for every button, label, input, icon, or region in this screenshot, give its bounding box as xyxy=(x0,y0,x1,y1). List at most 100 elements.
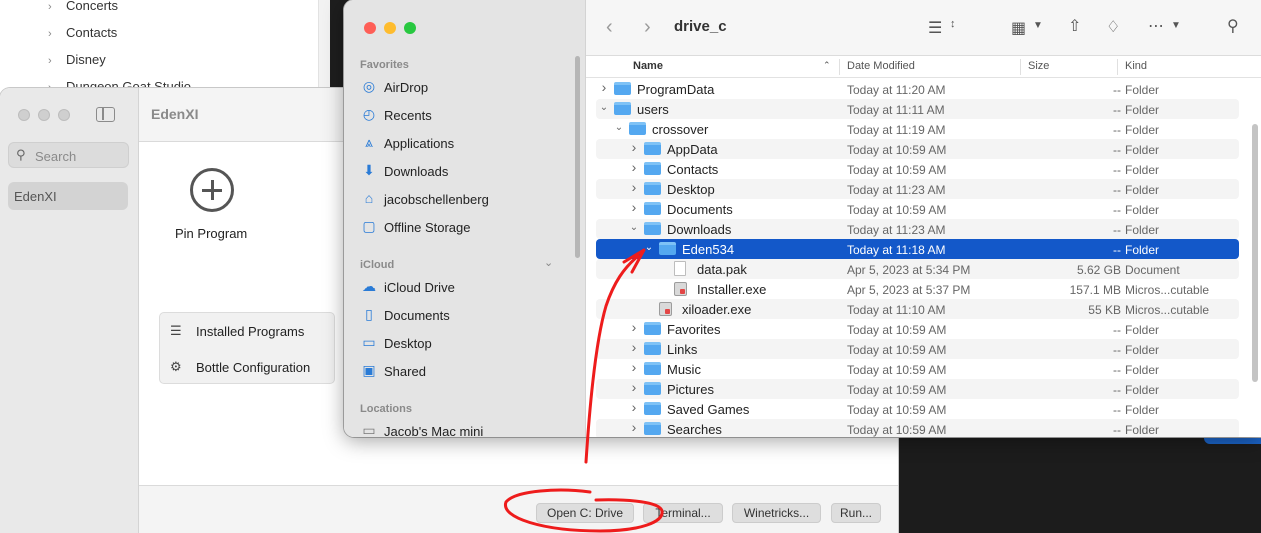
chevron-right-icon[interactable]: › xyxy=(629,199,639,215)
table-row[interactable]: ⌄ crossover Today at 11:19 AM -- Folder xyxy=(596,119,1239,139)
file-name: Installer.exe xyxy=(697,282,767,297)
chevron-right-icon[interactable]: › xyxy=(629,159,639,175)
folder-icon xyxy=(614,82,631,95)
table-row[interactable]: data.pak Apr 5, 2023 at 5:34 PM 5.62 GB Doc… xyxy=(596,259,1239,279)
chevron-right-icon[interactable]: › xyxy=(629,399,639,415)
open-c-drive-button[interactable]: Open C: Drive xyxy=(536,503,634,523)
chevron-right-icon[interactable]: › xyxy=(599,79,609,95)
more-actions-icon[interactable]: ⋯ xyxy=(1148,16,1164,36)
table-row[interactable]: › Pictures Today at 10:59 AM -- Folder xyxy=(596,379,1239,399)
table-row[interactable]: Installer.exe Apr 5, 2023 at 5:37 PM 157.1… xyxy=(596,279,1239,299)
sidebar-scrollbar[interactable] xyxy=(575,56,580,258)
chevron-down-icon[interactable]: ⌄ xyxy=(629,222,639,233)
share-icon[interactable]: ⇧ xyxy=(1068,16,1081,36)
search-input[interactable]: ⚲ Search xyxy=(8,142,129,168)
chevron-right-icon[interactable]: › xyxy=(629,359,639,375)
bottle-item-edenxi[interactable]: EdenXI xyxy=(8,182,128,210)
close-window-button[interactable] xyxy=(364,22,376,34)
sort-ascending-icon: ⌃ xyxy=(823,60,831,70)
finder-window: Favorites ◎ AirDrop ◴ Recents ⩓ Applications ⬇… xyxy=(344,0,1261,437)
table-row[interactable]: › Documents Today at 10:59 AM -- Folder xyxy=(596,199,1239,219)
list-item[interactable]: › Concerts xyxy=(48,0,118,13)
terminal-button[interactable]: Terminal... xyxy=(643,503,723,523)
chevron-right-icon[interactable]: › xyxy=(629,379,639,395)
add-circle-icon[interactable] xyxy=(190,168,234,212)
column-kind[interactable]: Kind xyxy=(1125,60,1147,72)
table-row[interactable]: › Searches Today at 10:59 AM -- Folder xyxy=(596,419,1239,437)
list-item[interactable]: › Contacts xyxy=(48,25,117,40)
minimize-window-button[interactable] xyxy=(38,109,50,121)
chevron-down-icon[interactable]: ⌄ xyxy=(614,122,624,133)
group-icon[interactable]: ▦ xyxy=(1011,18,1026,38)
run-button[interactable]: Run... xyxy=(831,503,881,523)
zoom-window-button[interactable] xyxy=(404,22,416,34)
list-view-icon[interactable]: ☰ xyxy=(928,18,942,38)
table-row[interactable]: › AppData Today at 10:59 AM -- Folder xyxy=(596,139,1239,159)
folder-icon xyxy=(644,402,661,415)
tag-icon[interactable]: ♢ xyxy=(1106,17,1120,37)
minimize-window-button[interactable] xyxy=(384,22,396,34)
chevron-down-icon[interactable]: ▼ xyxy=(1171,20,1181,31)
chevron-right-icon[interactable]: › xyxy=(629,139,639,155)
column-divider[interactable] xyxy=(1020,59,1021,75)
folder-icon xyxy=(629,122,646,135)
table-row[interactable]: › Favorites Today at 10:59 AM -- Folder xyxy=(596,319,1239,339)
file-date: Today at 10:59 AM xyxy=(847,363,947,377)
back-icon[interactable]: ‹ xyxy=(606,16,613,39)
chevron-down-icon[interactable]: ⌄ xyxy=(599,102,609,113)
column-date-modified[interactable]: Date Modified xyxy=(847,60,915,72)
chevron-right-icon[interactable]: › xyxy=(629,179,639,195)
file-name: AppData xyxy=(667,142,718,157)
chevron-right-icon[interactable]: › xyxy=(629,419,639,435)
zoom-window-button[interactable] xyxy=(58,109,70,121)
table-row[interactable]: › Links Today at 10:59 AM -- Folder xyxy=(596,339,1239,359)
search-icon[interactable]: ⚲ xyxy=(1227,16,1239,36)
chevron-right-icon[interactable]: › xyxy=(629,339,639,355)
file-name: Saved Games xyxy=(667,402,750,417)
file-name: Contacts xyxy=(667,162,719,177)
file-date: Today at 10:59 AM xyxy=(847,423,947,437)
executable-icon xyxy=(659,302,672,316)
sidebar-toggle-icon[interactable] xyxy=(96,107,115,122)
file-list-scrollbar[interactable] xyxy=(1252,124,1258,382)
file-kind: Micros...cutable xyxy=(1125,303,1210,317)
column-header: Name ⌃ Date Modified Size Kind xyxy=(586,56,1261,78)
file-name: Downloads xyxy=(667,222,732,237)
chevron-right-icon[interactable]: › xyxy=(629,319,639,335)
pin-program-label[interactable]: Pin Program xyxy=(175,226,247,241)
bottle-configuration-item[interactable]: ⚙ Bottle Configuration xyxy=(160,349,336,385)
table-row[interactable]: › Contacts Today at 10:59 AM -- Folder xyxy=(596,159,1239,179)
table-row[interactable]: ⌄ Eden534 Today at 11:18 AM -- Folder xyxy=(596,239,1239,259)
file-date: Today at 11:18 AM xyxy=(847,243,946,257)
folder-icon xyxy=(644,382,661,395)
table-row[interactable]: xiloader.exe Today at 11:10 AM 55 KB Micros… xyxy=(596,299,1239,319)
winetricks-button[interactable]: Winetricks... xyxy=(732,503,821,523)
table-row[interactable]: ⌄ Downloads Today at 11:23 AM -- Folder xyxy=(596,219,1239,239)
folder-icon xyxy=(614,102,631,115)
chevron-right-icon: › xyxy=(48,55,52,67)
list-item[interactable]: › Disney xyxy=(48,52,106,67)
chevron-down-icon[interactable]: ▼ xyxy=(1033,20,1043,31)
table-row[interactable]: › Music Today at 10:59 AM -- Folder xyxy=(596,359,1239,379)
column-size[interactable]: Size xyxy=(1028,60,1049,72)
scrollbar[interactable] xyxy=(318,0,330,100)
file-kind: Folder xyxy=(1125,83,1160,97)
file-kind: Micros...cutable xyxy=(1125,283,1210,297)
table-row[interactable]: › Desktop Today at 11:23 AM -- Folder xyxy=(596,179,1239,199)
column-divider[interactable] xyxy=(839,59,840,75)
chevron-down-icon[interactable]: ⌄ xyxy=(644,242,654,253)
forward-icon[interactable]: › xyxy=(644,16,651,39)
column-divider[interactable] xyxy=(1117,59,1118,75)
close-window-button[interactable] xyxy=(18,109,30,121)
table-row[interactable]: ⌄ users Today at 11:11 AM -- Folder xyxy=(596,99,1239,119)
chevron-down-icon[interactable]: ⌄ xyxy=(544,256,553,269)
view-options-chevron-icon[interactable]: ↕ xyxy=(950,18,956,30)
table-row[interactable]: › ProgramData Today at 11:20 AM -- Folder xyxy=(596,79,1239,99)
file-name: ProgramData xyxy=(637,82,715,97)
file-date: Apr 5, 2023 at 5:34 PM xyxy=(847,263,971,277)
table-row[interactable]: › Saved Games Today at 10:59 AM -- Folder xyxy=(596,399,1239,419)
folder-icon xyxy=(644,162,661,175)
column-name[interactable]: Name xyxy=(633,60,663,72)
installed-programs-item[interactable]: ☰ Installed Programs xyxy=(160,313,336,349)
file-size: -- xyxy=(1113,103,1121,117)
